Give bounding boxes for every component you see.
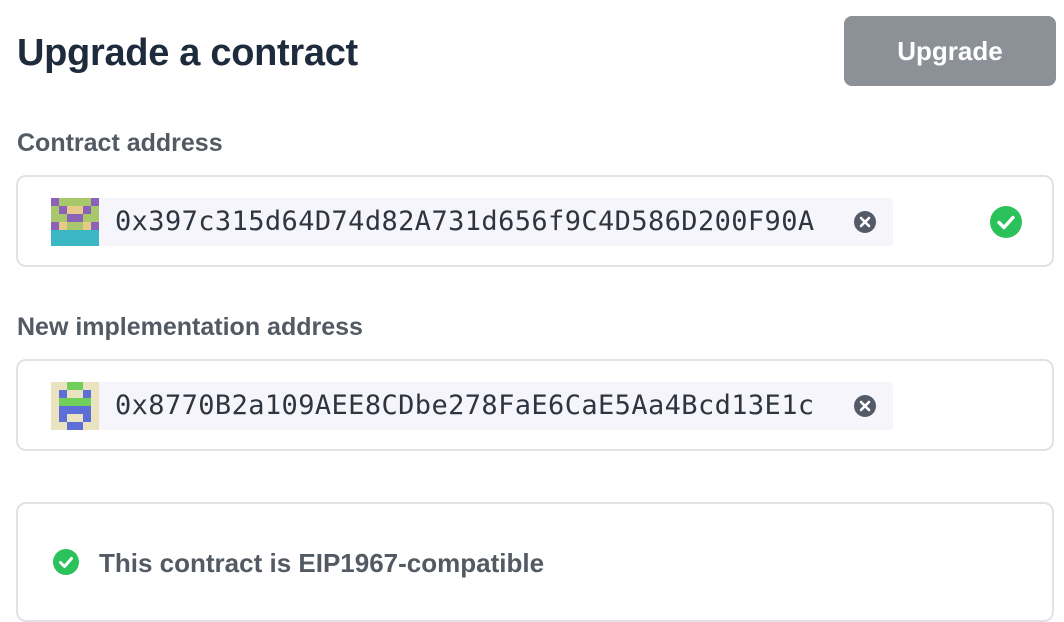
implementation-address-value: 0x8770B2a109AEE8CDbe278FaE6CaE5Aa4Bcd13E…: [115, 390, 815, 421]
implementation-address-chip: 0x8770B2a109AEE8CDbe278FaE6CaE5Aa4Bcd13E…: [51, 382, 893, 430]
clear-icon: [854, 211, 876, 233]
check-circle-icon: [53, 549, 79, 575]
compatibility-message: This contract is EIP1967-compatible: [99, 548, 545, 578]
contract-address-field[interactable]: 0x397c315d64D74d82A731d656f9C4D586D200F9…: [16, 175, 1054, 267]
check-circle-icon: [990, 206, 1022, 238]
implementation-identicon: [51, 382, 99, 430]
upgrade-button[interactable]: Upgrade: [844, 16, 1056, 86]
clear-implementation-address-button[interactable]: [853, 394, 877, 418]
contract-address-chip: 0x397c315d64D74d82A731d656f9C4D586D200F9…: [51, 198, 893, 246]
compatibility-status-card: This contract is EIP1967-compatible: [16, 502, 1054, 622]
clear-icon: [854, 395, 876, 417]
implementation-address-label: New implementation address: [17, 313, 363, 341]
contract-address-label: Contract address: [17, 129, 223, 157]
implementation-address-field[interactable]: 0x8770B2a109AEE8CDbe278FaE6CaE5Aa4Bcd13E…: [16, 359, 1054, 451]
clear-contract-address-button[interactable]: [853, 210, 877, 234]
contract-address-value: 0x397c315d64D74d82A731d656f9C4D586D200F9…: [115, 206, 815, 237]
upgrade-contract-panel: Upgrade a contract Upgrade Contract addr…: [0, 0, 1064, 622]
contract-identicon: [51, 198, 99, 246]
page-title: Upgrade a contract: [17, 32, 358, 74]
